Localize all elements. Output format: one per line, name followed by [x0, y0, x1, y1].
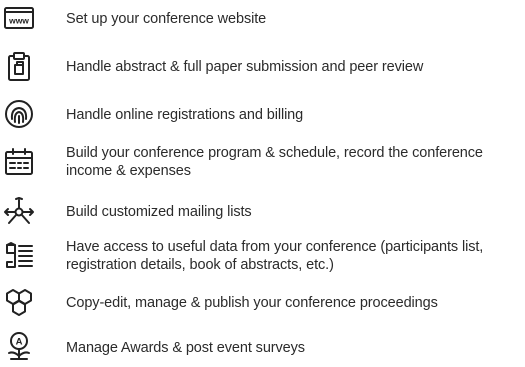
feature-text: Copy-edit, manage & publish your confere… — [66, 295, 438, 311]
feature-text: Build customized mailing lists — [66, 204, 252, 220]
feature-text: Manage Awards & post event surveys — [66, 340, 305, 356]
list-item: Copy-edit, manage & publish your confere… — [0, 287, 525, 319]
list-item: Build your conference program & schedule… — [0, 142, 525, 182]
calendar-icon — [4, 147, 34, 177]
feature-text: Set up your conference website — [66, 11, 267, 27]
feature-text: Handle online registrations and billing — [66, 107, 304, 123]
list-item: Handle abstract & full paper submission … — [0, 50, 525, 84]
clipboard-icon — [4, 52, 34, 82]
list-item: Have access to useful data from your con… — [0, 236, 525, 276]
feature-text: Handle abstract & full paper submission … — [66, 59, 424, 75]
svg-text:www: www — [8, 16, 29, 26]
svg-text:A: A — [16, 337, 23, 348]
list-item: A Manage Awards & post event surveys — [0, 329, 525, 365]
feature-list: www Set up your conference website Handl… — [0, 0, 525, 367]
network-icon — [4, 197, 34, 227]
feature-text: Build your conference program & schedule… — [66, 145, 483, 179]
list-item: www Set up your conference website — [0, 4, 525, 34]
award-icon: A — [4, 331, 34, 361]
feature-text: Have access to useful data from your con… — [66, 239, 484, 273]
www-icon: www — [4, 4, 34, 34]
list-item: Build customized mailing lists — [0, 196, 525, 228]
list-item: Handle online registrations and billing — [0, 97, 525, 131]
data-list-icon — [4, 241, 34, 271]
fingerprint-icon — [4, 99, 34, 129]
hexagons-icon — [4, 288, 34, 318]
